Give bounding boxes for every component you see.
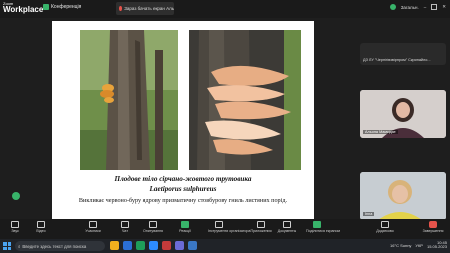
documents-label: Документы bbox=[277, 229, 297, 233]
more-icon bbox=[381, 221, 389, 228]
microphone-icon bbox=[11, 221, 19, 228]
edge-icon[interactable] bbox=[123, 241, 132, 250]
chat-icon bbox=[121, 221, 129, 228]
tree-photo bbox=[80, 30, 178, 170]
caption-description: Викликає червоно-буру ядрову призматичну… bbox=[78, 197, 288, 204]
more-button[interactable]: Додатково bbox=[374, 221, 396, 238]
tree-photo-graphic bbox=[80, 30, 178, 170]
window-controls: Загальн. – ✕ bbox=[389, 4, 446, 10]
minimize-icon[interactable]: – bbox=[424, 5, 427, 10]
record-icon bbox=[119, 6, 123, 11]
security-icon[interactable] bbox=[389, 4, 396, 10]
clock[interactable]: 10:45 15.05.2023 bbox=[426, 240, 447, 250]
participants-label: Учасники bbox=[85, 229, 101, 233]
presentation-slide: Плодове тіло сірчано-жовтого трутовика L… bbox=[52, 21, 314, 219]
zoom-logo: Zoom Workplace bbox=[3, 2, 43, 14]
presenter-label: Зараз бачать екран Альони Мамкідзе bbox=[124, 6, 174, 11]
windows-taskbar: ⌕ Введите здесь текст для поиска 16°C Su… bbox=[0, 239, 450, 253]
meeting-info[interactable]: Конференція bbox=[43, 4, 81, 10]
share-screen-label: Поділитися екраном bbox=[306, 229, 340, 233]
apps-icon bbox=[257, 221, 265, 228]
title-bar: Zoom Workplace Конференція Зараз бачать … bbox=[0, 0, 450, 18]
reactions-label: Реакції bbox=[179, 229, 191, 233]
powerpoint-icon[interactable] bbox=[162, 241, 171, 250]
apps-label: Приложения bbox=[250, 229, 272, 233]
meeting-toolbar: Звук Відео Учасники Чат Опитування Реакц… bbox=[0, 219, 450, 239]
shared-screen: Плодове тіло сірчано-жовтого трутовика L… bbox=[4, 18, 356, 235]
participant-tile[interactable]: ДЗ ЛУ "Чернігівзвірпром" Скрипайло... bbox=[360, 43, 446, 65]
logo-bottom: Workplace bbox=[3, 5, 44, 14]
audio-button[interactable]: Звук bbox=[4, 221, 26, 238]
participant-video[interactable]: Іnna bbox=[360, 172, 446, 220]
view-status[interactable]: Загальн. bbox=[401, 5, 419, 10]
meeting-label: Конференція bbox=[51, 4, 82, 10]
more-label: Додатково bbox=[376, 229, 394, 233]
smile-icon bbox=[181, 221, 189, 228]
caption-latin: Laetiporus sulphureus bbox=[149, 185, 217, 193]
documents-button[interactable]: Документы bbox=[276, 221, 298, 238]
windows-start-icon[interactable] bbox=[3, 242, 11, 250]
polls-label: Опитування bbox=[142, 229, 163, 233]
search-placeholder: Введите здесь текст для поиска bbox=[22, 243, 87, 249]
fungus-photo-graphic bbox=[189, 30, 301, 170]
participant-name: Іnna bbox=[363, 212, 375, 216]
end-meeting-button[interactable]: Завершення bbox=[422, 221, 444, 238]
shield-icon bbox=[215, 221, 223, 228]
share-status-icon[interactable] bbox=[12, 192, 20, 200]
apps-button[interactable]: Приложения bbox=[250, 221, 272, 238]
language[interactable]: УКР bbox=[415, 243, 423, 248]
fungus-photo bbox=[189, 30, 301, 170]
chat-label: Чат bbox=[122, 229, 128, 233]
participant-video[interactable]: Альона Мамкідзе bbox=[360, 90, 446, 138]
audio-label: Звук bbox=[11, 229, 19, 233]
participants-button[interactable]: Учасники bbox=[82, 221, 104, 238]
weather[interactable]: 16°C Sunny bbox=[390, 243, 411, 248]
shield-icon bbox=[43, 4, 49, 10]
people-icon bbox=[89, 221, 97, 228]
end-meeting-label: Завершення bbox=[422, 229, 444, 233]
pinned-apps bbox=[110, 241, 197, 250]
date: 15.05.2023 bbox=[426, 244, 447, 250]
poll-icon bbox=[149, 221, 157, 228]
end-icon bbox=[429, 221, 437, 228]
zoom-icon[interactable] bbox=[149, 241, 158, 250]
host-tools-label: Інструменти організатора bbox=[208, 229, 251, 233]
close-icon[interactable]: ✕ bbox=[442, 4, 446, 10]
share-icon bbox=[313, 221, 321, 228]
word-icon[interactable] bbox=[188, 241, 197, 250]
video-label: Відео bbox=[36, 229, 46, 233]
participant-name: ДЗ ЛУ "Чернігівзвірпром" Скрипайло... bbox=[363, 58, 431, 62]
teams-icon[interactable] bbox=[175, 241, 184, 250]
chat-button[interactable]: Чат bbox=[114, 221, 136, 238]
file-explorer-icon[interactable] bbox=[110, 241, 119, 250]
polls-button[interactable]: Опитування bbox=[142, 221, 164, 238]
chrome-icon[interactable] bbox=[136, 241, 145, 250]
maximize-icon[interactable] bbox=[431, 4, 438, 10]
participant-name: Альона Мамкідзе bbox=[363, 130, 398, 134]
host-tools-button[interactable]: Інструменти організатора bbox=[208, 221, 251, 238]
video-button[interactable]: Відео bbox=[30, 221, 52, 238]
system-tray: 16°C Sunny УКР 10:45 15.05.2023 bbox=[390, 240, 447, 250]
caption-title: Плодове тіло сірчано-жовтого трутовика bbox=[114, 175, 252, 183]
camera-icon bbox=[37, 221, 45, 228]
taskbar-search[interactable]: ⌕ Введите здесь текст для поиска bbox=[15, 241, 105, 251]
reactions-button[interactable]: Реакції bbox=[174, 221, 196, 238]
search-icon: ⌕ bbox=[18, 243, 21, 249]
share-screen-button[interactable]: Поділитися екраном bbox=[306, 221, 340, 238]
document-icon bbox=[283, 221, 291, 228]
presenter-indicator[interactable]: Зараз бачать екран Альони Мамкідзе bbox=[116, 2, 174, 15]
zoom-window: Zoom Workplace Конференція Зараз бачать … bbox=[0, 0, 450, 253]
